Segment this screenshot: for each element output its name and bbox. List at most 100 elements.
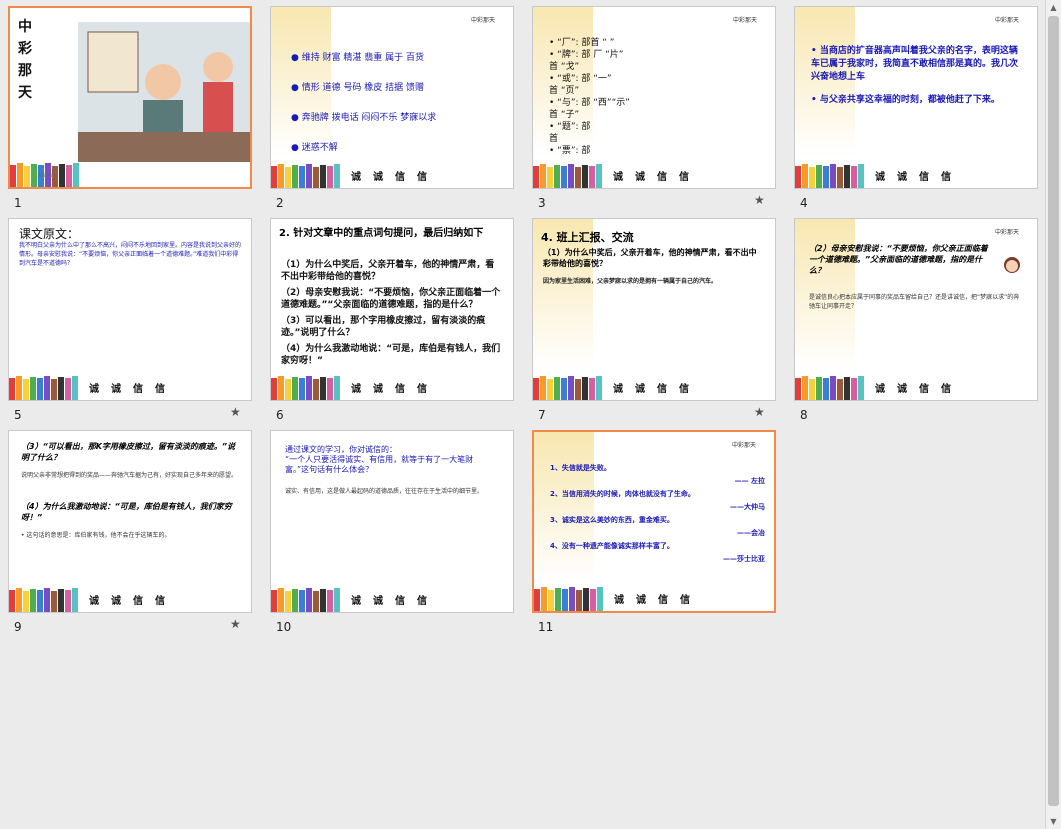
pencils-icon [533, 376, 602, 400]
slide-thumbnail-6[interactable]: 2. 针对文章中的重点词句提问，最后归纳如下 （1）为什么中奖后，父亲开着车，他… [270, 218, 518, 430]
slide-2-footer-tabs: 诚诚信信 [351, 172, 427, 183]
slide-5[interactable]: 课文原文： 我不明白父亲为什么中了那么不高兴，闷闷不乐地回到家里。内容是我说到父… [8, 218, 252, 401]
slide-3-line: • “厂”: 部首 “ ” [549, 38, 615, 48]
slide-number: 2 [276, 196, 284, 210]
slide-7-title: 4. 班上汇报、交流 [541, 231, 634, 244]
slide-3-logo: 中彩那天 [732, 17, 757, 24]
slide-number: 9 [14, 620, 22, 634]
slide-11[interactable]: 中彩那天 1、失信就是失败。 —— 左拉 2、当信用消失的时候，肉体也就没有了生… [532, 430, 776, 613]
slide-8[interactable]: 中彩那天 （2）母亲安慰我说：“不要烦恼，你父亲正面临着一个道德难题。”父亲面临… [794, 218, 1038, 401]
slide-9-question-1: （3）“可以看出，那K字用橡皮擦过，留有淡淡的痕迹。”说明了什么？ [21, 442, 236, 462]
slide-number: 7 [538, 408, 546, 422]
slide-number: 5 [14, 408, 22, 422]
slide-thumbnail-1[interactable]: 中 彩 那 天 2020-4-1 1 [8, 6, 256, 218]
slide-6-footer-tabs: 诚诚信信 [351, 384, 427, 395]
pencils-icon [271, 376, 340, 400]
slide-6-item: （3）可以看出，那个字用橡皮擦过，留有淡淡的痕迹。”说明了什么？ [281, 316, 486, 338]
pencils-icon [271, 164, 340, 188]
slide-2-logo: 中彩那天 [470, 17, 495, 24]
slide-1[interactable]: 中 彩 那 天 2020-4-1 [8, 6, 252, 189]
scrollbar-thumb[interactable] [1048, 16, 1059, 806]
slide-9-question-2: （4）为什么我激动地说：“可是，库伯是有钱人，我们家穷呀！” [21, 502, 232, 522]
star-icon: ★ [754, 193, 765, 207]
slide-10[interactable]: 通过课文的学习，你对诚信的： “一个人只要活得诚实、有信用，就等于有了一大笔财富… [270, 430, 514, 613]
slide-2-line-2: ● 情形 道德 号码 橡皮 拮据 馈赠 [291, 83, 425, 93]
slide-8-footer-tabs: 诚诚信信 [875, 384, 951, 395]
slide-3-line: 首 [549, 134, 559, 144]
star-icon: ★ [230, 405, 241, 419]
slide-9-paragraph-2: • 这句话的意思是：库伯家有钱，他不会在乎这辆车的。 [21, 532, 171, 539]
slide-number: 3 [538, 196, 546, 210]
slide-thumbnail-10[interactable]: 通过课文的学习，你对诚信的： “一个人只要活得诚实、有信用，就等于有了一大笔财富… [270, 430, 518, 642]
slide-6[interactable]: 2. 针对文章中的重点词句提问，最后归纳如下 （1）为什么中奖后，父亲开着车，他… [270, 218, 514, 401]
slide-number: 8 [800, 408, 808, 422]
slide-7-footer-tabs: 诚诚信信 [613, 384, 689, 395]
star-icon: ★ [754, 405, 765, 419]
pencils-icon [533, 164, 602, 188]
slide-9[interactable]: （3）“可以看出，那K字用橡皮擦过，留有淡淡的痕迹。”说明了什么？ 说明父亲非常… [8, 430, 252, 613]
slide-10-paragraph: 诚实、有信用，这是做人最起码的道德品质，往往存在于生活中的细节里。 [285, 488, 484, 495]
slide-thumbnail-9[interactable]: （3）“可以看出，那K字用橡皮擦过，留有淡淡的痕迹。”说明了什么？ 说明父亲非常… [8, 430, 256, 642]
slide-thumbnail-5[interactable]: 课文原文： 我不明白父亲为什么中了那么不高兴，闷闷不乐地回到家里。内容是我说到父… [8, 218, 256, 430]
slide-1-footer-date: 2020-4-1 [38, 173, 57, 178]
slide-11-footer-tabs: 诚诚信信 [614, 595, 690, 606]
slide-11-line: 4、没有一种遗产能像诚实那样丰富了。 [550, 542, 674, 550]
slide-3-line: 首 “戈” [549, 62, 580, 72]
slide-8-question: （2）母亲安慰我说：“不要烦恼，你父亲正面临着一个道德难题。”父亲面临的道德难题… [809, 244, 988, 275]
slide-11-line: 3、诚实是这么美妙的东西，重金难买。 [550, 516, 674, 524]
slide-7[interactable]: 4. 班上汇报、交流 （1）为什么中奖后，父亲开着车，他的神情严肃，看不出中彩带… [532, 218, 776, 401]
slide-4-line-2: • 与父亲共享这幸福的时刻，都被他赶了下来。 [811, 95, 1000, 105]
slide-3[interactable]: 中彩那天 • “厂”: 部首 “ ” • “牌”: 部 厂 “片” 首 “戈” … [532, 6, 776, 189]
slide-number: 10 [276, 620, 292, 634]
scroll-down-arrow-icon[interactable]: ▼ [1046, 814, 1061, 829]
slide-thumbnail-4[interactable]: 中彩那天 • 当商店的扩音器高声叫着我父亲的名字，表明这辆车已属于我家时，我简直… [794, 6, 1042, 218]
slide-2-line-3: ● 奔驰牌 拨电话 闷闷不乐 梦寐以求 [291, 113, 437, 123]
slide-thumbnail-3[interactable]: 中彩那天 • “厂”: 部首 “ ” • “牌”: 部 厂 “片” 首 “戈” … [532, 6, 780, 218]
star-icon: ★ [230, 617, 241, 631]
slide-3-line: • “票”: 部 [549, 146, 591, 156]
slide-8-paragraph: 是诚信良心把本应属于同事的奖品车留给自己？还是讲诚信，把“梦寐以求”的奔驰车让同… [809, 294, 1020, 310]
slide-7-paragraph: 因为家里生活困难，父亲梦寐以求的是拥有一辆属于自己的汽车。 [543, 278, 718, 285]
slide-9-paragraph-1: 说明父亲非常想把得到的奖品——奔驰汽车据为己有，好实现自己多年来的愿望。 [21, 472, 238, 479]
pencils-icon [9, 588, 78, 612]
slide-11-line: ——大仲马 [730, 503, 765, 511]
slide-thumbnail-8[interactable]: 中彩那天 （2）母亲安慰我说：“不要烦恼，你父亲正面临着一个道德难题。”父亲面临… [794, 218, 1042, 430]
slide-4-line-1: • 当商店的扩音器高声叫着我父亲的名字，表明这辆车已属于我家时，我简直不敢相信那… [811, 46, 1019, 82]
pencils-icon [795, 376, 864, 400]
slide-number: 11 [538, 620, 554, 634]
girl-avatar-icon [1004, 257, 1020, 273]
slide-sorter-grid: 中 彩 那 天 2020-4-1 1 中彩那天 ● 维持 财富 精湛 翡重 属于… [0, 0, 1046, 829]
pencils-icon [271, 588, 340, 612]
slide-3-footer-tabs: 诚诚信信 [613, 172, 689, 183]
scroll-up-arrow-icon[interactable]: ▲ [1046, 0, 1061, 15]
slide-3-line: • “题”: 部 [549, 122, 591, 132]
slide-3-line: • “牌”: 部 厂 “片” [549, 50, 624, 60]
slide-6-title: 2. 针对文章中的重点词句提问，最后归纳如下 [279, 228, 484, 239]
slide-number: 1 [14, 196, 22, 210]
slide-11-line: 2、当信用消失的时候，肉体也就没有了生命。 [550, 490, 695, 498]
slide-thumbnail-11[interactable]: 中彩那天 1、失信就是失败。 —— 左拉 2、当信用消失的时候，肉体也就没有了生… [532, 430, 780, 642]
slide-2[interactable]: 中彩那天 ● 维持 财富 精湛 翡重 属于 百货 ● 情形 道德 号码 橡皮 拮… [270, 6, 514, 189]
slide-thumbnail-2[interactable]: 中彩那天 ● 维持 财富 精湛 翡重 属于 百货 ● 情形 道德 号码 橡皮 拮… [270, 6, 518, 218]
slide-2-line-1: ● 维持 财富 精湛 翡重 属于 百货 [291, 53, 425, 63]
slide-3-line: 首 “子” [549, 110, 580, 120]
slide-3-line: 首 “页” [549, 86, 580, 96]
slide-10-line-1: 通过课文的学习，你对诚信的： [285, 445, 397, 454]
slide-10-footer-tabs: 诚诚信信 [351, 596, 427, 607]
slide-7-question: （1）为什么中奖后，父亲开着车，他的神情严肃，看不出中彩带给他的喜悦？ [543, 248, 757, 268]
vertical-scrollbar[interactable]: ▲ ▼ [1045, 0, 1061, 829]
slide-5-footer-tabs: 诚诚信信 [89, 384, 165, 395]
slide-1-title: 中 彩 那 天 [18, 19, 32, 101]
slide-4-footer-tabs: 诚诚信信 [875, 172, 951, 183]
slide-3-line: • “与”: 部 “西”“示” [549, 98, 630, 108]
slide-thumbnail-7[interactable]: 4. 班上汇报、交流 （1）为什么中奖后，父亲开着车，他的神情严肃，看不出中彩带… [532, 218, 780, 430]
slide-6-item: （2）母亲安慰我说：“不要烦恼，你父亲正面临着一个道德难题。”“父亲面临的道德难… [281, 288, 501, 310]
slide-6-item: （4）为什么我激动地说：“可是，库伯是有钱人，我们家穷呀！” [281, 344, 501, 366]
pencils-icon [795, 164, 864, 188]
pencils-icon [534, 587, 603, 611]
pencils-icon [9, 376, 78, 400]
slide-5-title: 课文原文： [19, 227, 80, 241]
slide-4[interactable]: 中彩那天 • 当商店的扩音器高声叫着我父亲的名字，表明这辆车已属于我家时，我简直… [794, 6, 1038, 189]
slide-3-line: • “或”: 部 “一” [549, 74, 612, 84]
slide-5-paragraph: 我不明白父亲为什么中了那么不高兴，闷闷不乐地回到家里。内容是我说到父亲好的情形。… [19, 242, 242, 267]
